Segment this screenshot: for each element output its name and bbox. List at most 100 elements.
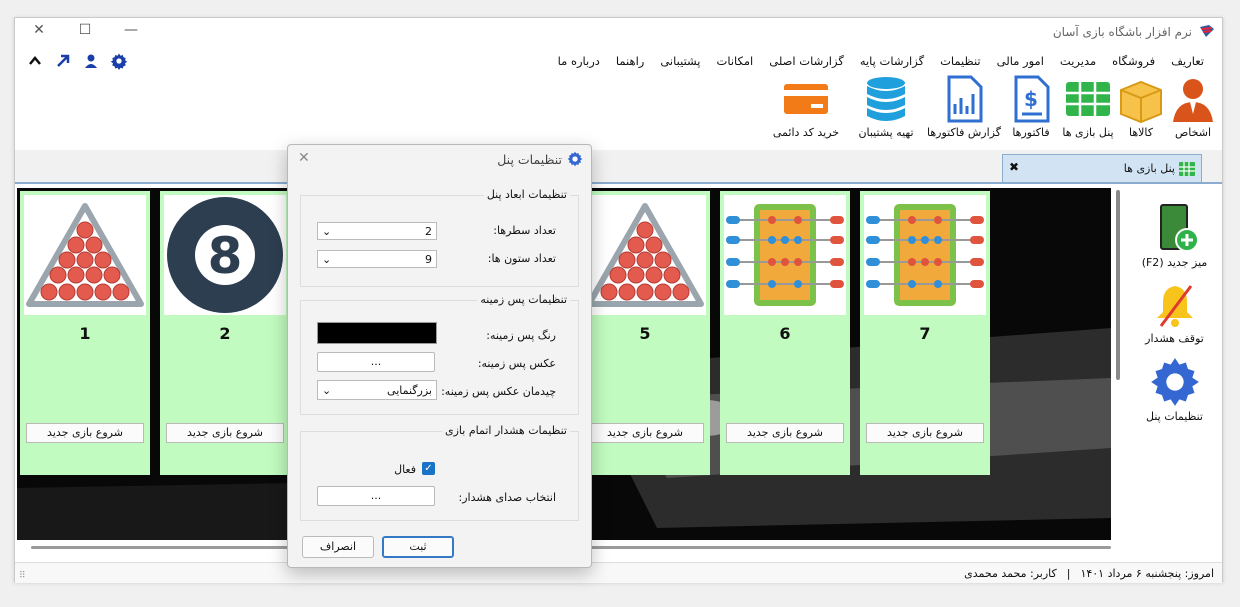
active-checkbox[interactable]: ✓: [422, 462, 435, 475]
menu-item[interactable]: تعاریف: [1163, 54, 1212, 68]
resize-grip-icon[interactable]: ⠿: [19, 571, 26, 581]
dialog-title-text: تنظیمات پنل: [497, 151, 562, 167]
vertical-scrollbar[interactable]: [1116, 190, 1120, 380]
grid-icon: [1179, 161, 1195, 176]
ribbon-label: گزارش فاکتورها: [927, 126, 1001, 139]
tab-label: پنل بازی ها: [1123, 162, 1175, 175]
grid-icon: [1066, 82, 1110, 116]
main-menu: تعاریف فروشگاه مدیریت امور مالی تنظیمات …: [550, 54, 1212, 68]
ribbon-invoice-report-button[interactable]: گزارش فاکتورها: [924, 74, 1004, 139]
ribbon-label: تهیه پشتیبان: [858, 126, 914, 139]
game-table-card[interactable]: 5 شروع بازی جدید: [580, 191, 710, 475]
dialog-title: تنظیمات پنل: [497, 151, 583, 167]
menu-item[interactable]: راهنما: [608, 54, 652, 68]
sidebar-label: توقف هشدار: [1145, 332, 1204, 345]
ribbon-backup-button[interactable]: تهیه پشتیبان: [850, 74, 922, 139]
gear-icon: [1150, 358, 1199, 406]
snooker-triangle-icon: [584, 195, 706, 315]
user-icon[interactable]: [81, 52, 101, 70]
background-color-picker[interactable]: [317, 322, 437, 344]
start-new-game-button[interactable]: شروع بازی جدید: [586, 423, 704, 443]
stop-alarm-button[interactable]: توقف هشدار: [1127, 282, 1222, 345]
ribbon-goods-button[interactable]: کالاها: [1116, 74, 1166, 139]
start-new-game-button[interactable]: شروع بازی جدید: [166, 423, 284, 443]
active-label: فعال: [394, 463, 416, 476]
chevron-up-icon[interactable]: [25, 52, 45, 70]
game-table-card[interactable]: 8 2 شروع بازی جدید: [160, 191, 290, 475]
credit-card-icon: [784, 84, 828, 114]
ribbon-label: خرید کد دائمی: [772, 126, 840, 139]
game-table-card[interactable]: 1 شروع بازی جدید: [20, 191, 150, 475]
group-title: تنظیمات هشدار اتمام بازی: [441, 424, 570, 437]
image-layout-label: چیدمان عکس پس زمینه:: [441, 385, 556, 398]
arrow-up-right-icon[interactable]: [53, 52, 73, 70]
status-bar: امروز: پنجشنبه ۶ مرداد ۱۴۰۱ | کاربر: محم…: [15, 562, 1222, 583]
background-settings-group: تنظیمات پس زمینه رنگ پس زمینه: عکس پس زم…: [300, 293, 579, 415]
chevron-down-icon[interactable]: ⌄: [322, 384, 331, 397]
image-layout-select[interactable]: ⌄ بزرگنمایی: [317, 380, 437, 400]
rows-stepper[interactable]: ⌄ 2: [317, 222, 437, 240]
gear-icon[interactable]: [109, 52, 129, 70]
ribbon-buy-code-button[interactable]: خرید کد دائمی: [766, 74, 846, 139]
app-logo-icon: [1200, 25, 1214, 37]
panel-settings-dialog: ✕ تنظیمات پنل تنظیمات ابعاد پنل تعداد سط…: [287, 144, 592, 568]
cancel-button[interactable]: انصراف: [302, 536, 374, 558]
background-image-label: عکس پس زمینه:: [477, 357, 556, 370]
columns-stepper[interactable]: ⌄ 9: [317, 250, 437, 268]
game-table-card[interactable]: 7 شروع بازی جدید: [860, 191, 990, 475]
alarm-sound-label: انتخاب صدای هشدار:: [458, 491, 556, 504]
menu-item[interactable]: امور مالی: [989, 54, 1052, 68]
eight-ball-icon: 8: [164, 195, 286, 315]
foosball-table-icon: [724, 195, 846, 315]
svg-text:8: 8: [208, 227, 243, 285]
columns-label: تعداد ستون ها:: [487, 252, 556, 265]
tab-close-icon[interactable]: ✖: [1009, 160, 1019, 174]
alarm-sound-button[interactable]: ...: [317, 486, 435, 506]
ribbon-label: پنل بازی ها: [1062, 126, 1114, 139]
menu-item[interactable]: مدیریت: [1052, 54, 1104, 68]
chevron-down-icon[interactable]: ⌄: [322, 253, 331, 266]
game-table-card[interactable]: 6 شروع بازی جدید: [720, 191, 850, 475]
chevron-down-icon[interactable]: ⌄: [322, 225, 331, 238]
add-table-icon: [1159, 204, 1199, 252]
menu-item[interactable]: پشتیبانی: [652, 54, 708, 68]
dialog-close-button[interactable]: ✕: [298, 150, 310, 166]
minimize-window-button[interactable]: —: [121, 22, 141, 38]
table-number: 2: [219, 324, 231, 343]
menu-item[interactable]: تنظیمات: [932, 54, 989, 68]
title-bar: ✕ ☐ — نرم افزار باشگاه بازی آسان: [15, 18, 1222, 46]
quick-access-toolbar: [25, 52, 129, 70]
ribbon-game-panel-button[interactable]: پنل بازی ها: [1058, 74, 1118, 139]
dimension-settings-group: تنظیمات ابعاد پنل تعداد سطرها: ⌄ 2 تعداد…: [300, 188, 579, 287]
close-window-button[interactable]: ✕: [29, 22, 49, 38]
menu-item[interactable]: امکانات: [709, 54, 762, 68]
ribbon: اشخاص کالاها پنل بازی ها $ فاکتورها گزار…: [15, 74, 1222, 150]
sidebar-label: تنظیمات پنل: [1146, 410, 1203, 423]
maximize-window-button[interactable]: ☐: [75, 22, 95, 38]
menu-item[interactable]: گزارشات پایه: [852, 54, 932, 68]
start-new-game-button[interactable]: شروع بازی جدید: [726, 423, 844, 443]
invoice-icon: $: [1014, 75, 1050, 123]
table-number: 6: [779, 324, 791, 343]
table-number: 7: [919, 324, 931, 343]
save-button[interactable]: ثبت: [382, 536, 454, 558]
ribbon-persons-button[interactable]: اشخاص: [1166, 74, 1220, 139]
menu-item[interactable]: فروشگاه: [1104, 54, 1163, 68]
start-new-game-button[interactable]: شروع بازی جدید: [866, 423, 984, 443]
status-user: کاربر: محمد محمدی: [964, 567, 1057, 580]
database-icon: [867, 77, 905, 121]
bell-off-icon: [1156, 285, 1193, 327]
main-window: ✕ ☐ — نرم افزار باشگاه بازی آسان تعاریف …: [14, 17, 1223, 583]
start-new-game-button[interactable]: شروع بازی جدید: [26, 423, 144, 443]
new-table-button[interactable]: میز جدید (F2): [1127, 202, 1222, 269]
report-icon: [947, 75, 983, 123]
tab-strip: پنل بازی ها ✖: [15, 150, 1222, 184]
table-number: 5: [639, 324, 651, 343]
tab-game-panel[interactable]: پنل بازی ها ✖: [1002, 154, 1202, 182]
background-image-button[interactable]: ...: [317, 352, 435, 372]
box-icon: [1120, 80, 1162, 124]
menu-item[interactable]: گزارشات اصلی: [761, 54, 852, 68]
ribbon-invoices-button[interactable]: $ فاکتورها: [1006, 74, 1056, 139]
menu-item[interactable]: درباره ما: [550, 54, 608, 68]
panel-settings-button[interactable]: تنظیمات پنل: [1127, 356, 1222, 423]
